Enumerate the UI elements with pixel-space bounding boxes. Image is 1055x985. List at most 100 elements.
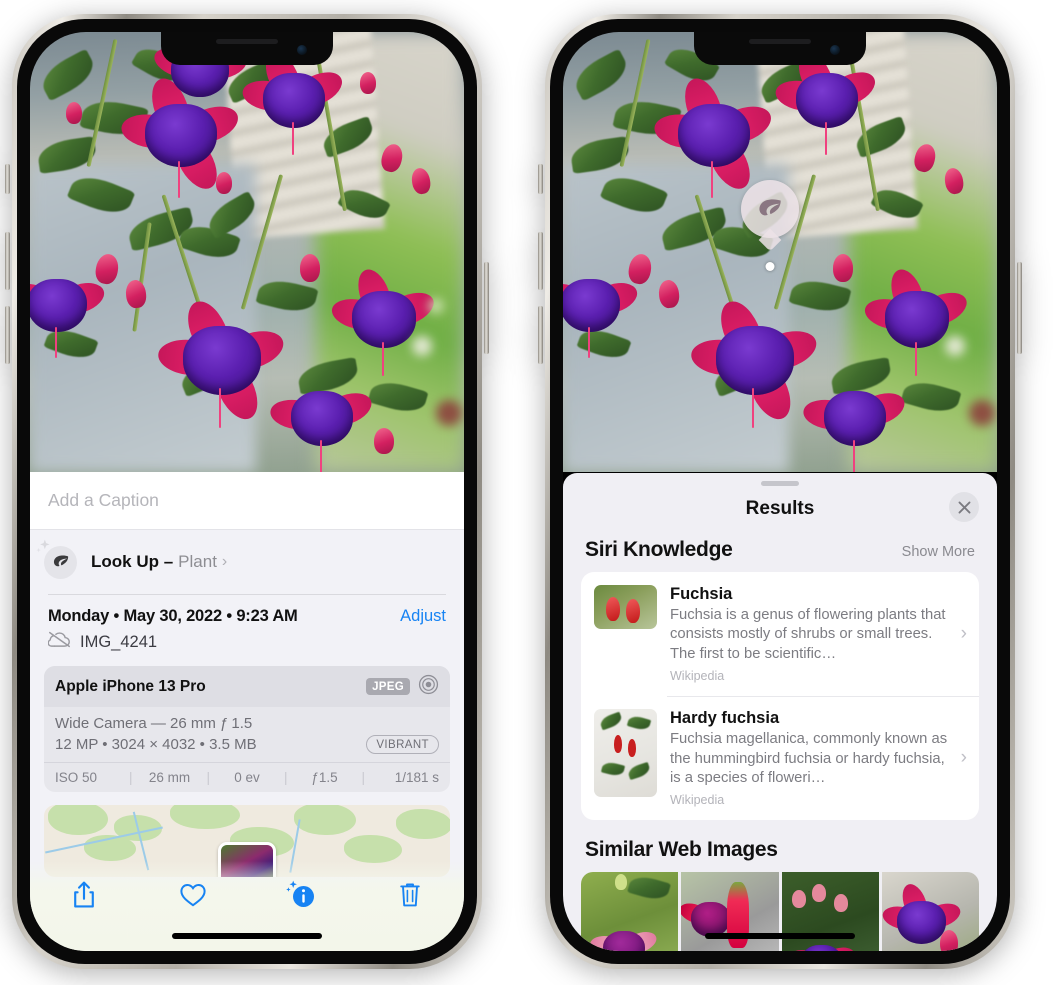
bokeh-dot xyxy=(428,298,444,314)
date-row: Monday • May 30, 2022 • 9:23 AM Adjust xyxy=(30,595,464,626)
knowledge-body: Hardy fuchsia Fuchsia magellanica, commo… xyxy=(670,709,967,807)
format-badge: JPEG xyxy=(366,678,410,695)
tile-bud xyxy=(833,894,848,913)
exif-row: ISO 50 | 26 mm | 0 ev | ƒ1.5 | 1/181 s xyxy=(44,762,450,792)
bokeh-dot xyxy=(945,336,965,356)
flower-bud xyxy=(360,72,376,94)
map-green-area xyxy=(396,809,450,839)
device-notch xyxy=(161,32,333,65)
share-button[interactable] xyxy=(56,875,112,915)
bokeh-dot xyxy=(969,400,995,426)
fuchsia-flower xyxy=(799,356,911,472)
earpiece-speaker xyxy=(749,39,811,44)
chevron-right-icon: › xyxy=(221,553,228,570)
web-image-1[interactable] xyxy=(581,872,679,951)
siri-knowledge-card: Fuchsia Fuchsia is a genus of flowering … xyxy=(581,572,979,821)
left-device-screen: Add a Caption Look Up – Plant › Monday •… xyxy=(30,32,464,951)
right-iphone-device: Results Siri Knowledge Show More Fuchsia… xyxy=(538,14,1022,969)
chevron-right-icon: › xyxy=(960,623,967,645)
thumb-leaf xyxy=(598,711,624,731)
flower-bud xyxy=(833,254,853,282)
web-image-3[interactable] xyxy=(781,872,879,951)
look-up-value: Plant xyxy=(178,552,217,571)
flower-bud xyxy=(374,428,394,454)
visual-lookup-badge[interactable] xyxy=(741,180,799,271)
leaf-icon xyxy=(36,539,77,579)
chevron-right-icon: › xyxy=(960,747,967,769)
badge-anchor-dot xyxy=(765,262,775,271)
similar-web-images-row[interactable] xyxy=(581,872,979,951)
show-more-button[interactable]: Show More xyxy=(902,544,975,560)
similar-web-images-title: Similar Web Images xyxy=(585,838,778,862)
look-up-row[interactable]: Look Up – Plant › xyxy=(30,530,464,594)
look-up-label: Look Up – xyxy=(91,552,174,571)
metadata-header: Apple iPhone 13 Pro JPEG xyxy=(44,666,450,707)
map-green-area xyxy=(294,805,356,835)
home-indicator[interactable] xyxy=(705,933,855,939)
exif-iso: ISO 50 xyxy=(55,770,98,785)
silent-switch[interactable] xyxy=(538,164,543,194)
knowledge-title: Hardy fuchsia xyxy=(670,709,780,728)
camera-metadata-card[interactable]: Apple iPhone 13 Pro JPEG Wide Camera — 2… xyxy=(44,666,450,792)
exif-ev: 0 ev xyxy=(234,770,260,785)
fuchsia-flower xyxy=(649,64,779,199)
knowledge-thumbnail xyxy=(594,709,657,798)
knowledge-description: Fuchsia magellanica, commonly known as t… xyxy=(670,731,948,786)
tile-leaf xyxy=(627,873,671,904)
list-item[interactable]: Fuchsia Fuchsia is a genus of flowering … xyxy=(581,572,979,696)
sparkle-icon xyxy=(34,538,54,558)
exif-aperture: ƒ1.5 xyxy=(311,770,338,785)
silent-switch[interactable] xyxy=(5,164,10,194)
flower-bud xyxy=(300,254,320,282)
photo-viewer[interactable] xyxy=(30,32,464,472)
thumb-flower xyxy=(614,735,622,754)
similar-web-images-header: Similar Web Images xyxy=(563,820,997,862)
volume-up-button[interactable] xyxy=(5,232,10,290)
side-power-button[interactable] xyxy=(484,262,489,354)
metadata-body: Wide Camera — 26 mm ƒ 1.5 12 MP • 3024 ×… xyxy=(44,707,450,762)
list-item[interactable]: Hardy fuchsia Fuchsia magellanica, commo… xyxy=(581,696,979,820)
left-iphone-device: Add a Caption Look Up – Plant › Monday •… xyxy=(5,14,489,969)
thumb-flower xyxy=(606,597,620,621)
siri-knowledge-header: Siri Knowledge Show More xyxy=(563,532,997,572)
favorite-button[interactable] xyxy=(165,875,221,915)
home-indicator[interactable] xyxy=(172,933,322,939)
tile-bud xyxy=(615,874,627,891)
volume-down-button[interactable] xyxy=(538,306,543,364)
caption-field[interactable]: Add a Caption xyxy=(30,472,464,530)
results-title: Results xyxy=(745,498,815,519)
caption-placeholder: Add a Caption xyxy=(48,490,159,510)
volume-up-button[interactable] xyxy=(538,232,543,290)
knowledge-body: Fuchsia Fuchsia is a genus of flowering … xyxy=(670,585,967,683)
knowledge-thumbnail xyxy=(594,585,657,629)
tile-flower xyxy=(587,908,661,951)
knowledge-description: Fuchsia is a genus of flowering plants t… xyxy=(670,607,946,662)
info-button[interactable] xyxy=(273,875,329,915)
knowledge-source: Wikipedia xyxy=(670,793,725,808)
look-up-label-group: Look Up – Plant › xyxy=(91,552,227,572)
icloud-slash-icon xyxy=(47,631,71,653)
web-image-4[interactable] xyxy=(881,872,979,951)
photo-viewer[interactable] xyxy=(563,32,997,472)
leaf-shape xyxy=(569,48,633,102)
tile-bud xyxy=(791,890,806,909)
flower-bud xyxy=(66,102,82,124)
map-green-area xyxy=(344,835,402,863)
leaf-shape xyxy=(36,48,100,102)
side-power-button[interactable] xyxy=(1017,262,1022,354)
bokeh-dot xyxy=(412,336,432,356)
earpiece-speaker xyxy=(216,39,278,44)
adjust-button[interactable]: Adjust xyxy=(400,607,446,626)
close-icon[interactable] xyxy=(949,492,979,522)
thumb-flower xyxy=(628,739,636,758)
fuchsia-flower xyxy=(266,356,378,472)
left-device-bezel: Add a Caption Look Up – Plant › Monday •… xyxy=(17,19,477,964)
thumb-flower xyxy=(626,599,640,623)
map-green-area xyxy=(170,805,240,829)
exif-shutter: 1/181 s xyxy=(394,770,439,785)
file-name: IMG_4241 xyxy=(80,632,158,651)
exif-focal: 26 mm xyxy=(148,770,191,785)
delete-button[interactable] xyxy=(382,875,438,915)
volume-down-button[interactable] xyxy=(5,306,10,364)
web-image-2[interactable] xyxy=(681,872,779,951)
